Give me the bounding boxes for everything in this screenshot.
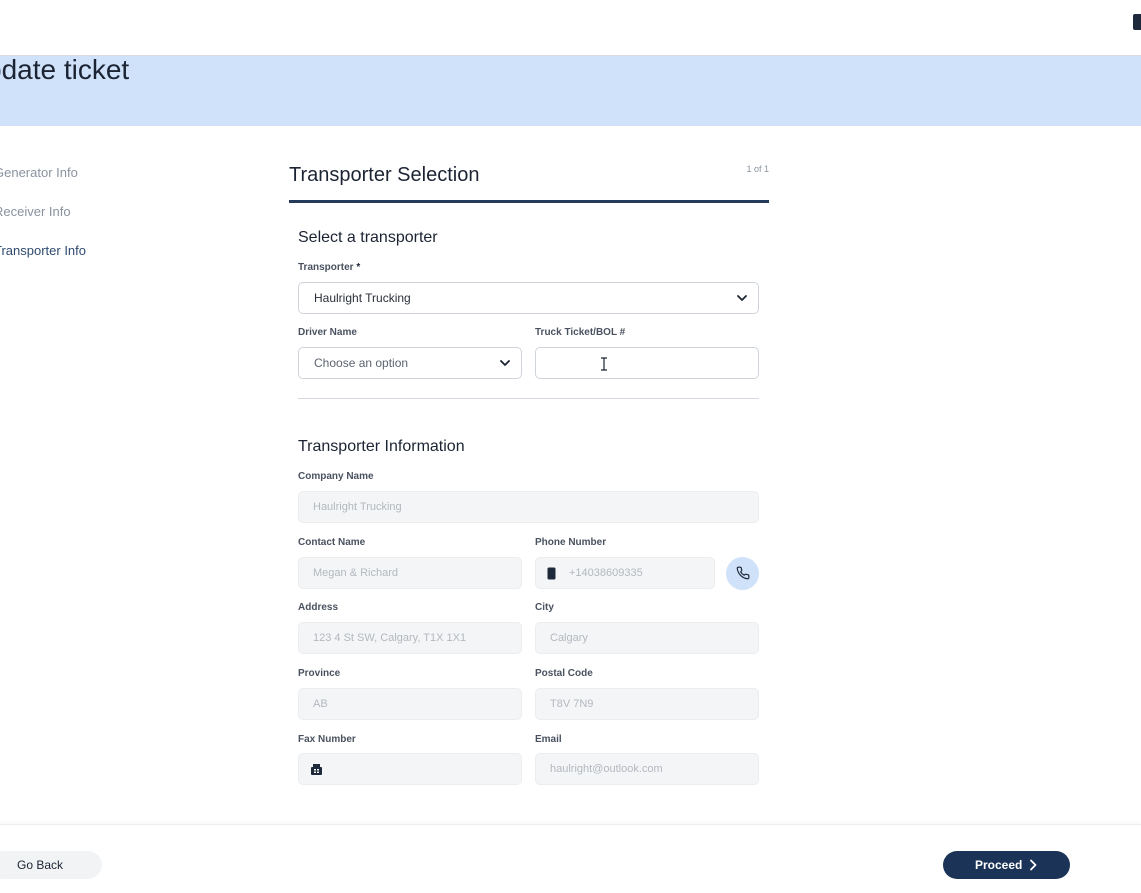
chevron-right-icon bbox=[1030, 859, 1037, 871]
footer-bar: Go Back Proceed bbox=[0, 824, 1141, 893]
company-name-label: Company Name bbox=[298, 471, 374, 482]
page-banner: pdate ticket bbox=[0, 56, 1141, 126]
step-transporter-info[interactable]: Transporter Info bbox=[0, 241, 86, 280]
truck-ticket-input[interactable] bbox=[535, 347, 759, 379]
step-nav: Generator Info Receiver Info Transporter… bbox=[0, 163, 86, 280]
phone-number-value: +14038609335 bbox=[569, 567, 643, 579]
step-generator-info[interactable]: Generator Info bbox=[0, 163, 86, 202]
panel-title: Transporter Selection bbox=[289, 164, 480, 186]
company-name-field: Haulright Trucking bbox=[298, 491, 759, 523]
chevron-down-icon bbox=[737, 295, 747, 301]
postal-code-label: Postal Code bbox=[535, 668, 593, 679]
truck-ticket-label: Truck Ticket/BOL # bbox=[535, 327, 626, 338]
driver-name-placeholder: Choose an option bbox=[314, 356, 409, 370]
proceed-label: Proceed bbox=[975, 858, 1023, 872]
province-label: Province bbox=[298, 668, 341, 679]
top-bar bbox=[0, 0, 1141, 56]
fax-icon bbox=[311, 764, 322, 775]
fax-number-field bbox=[298, 753, 522, 785]
city-field: Calgary bbox=[535, 622, 759, 654]
calendar-icon[interactable] bbox=[1133, 14, 1141, 30]
mobile-phone-icon bbox=[547, 567, 556, 580]
transporter-select-value: Haulright Trucking bbox=[314, 291, 411, 305]
transporter-information-heading: Transporter Information bbox=[298, 438, 465, 455]
address-label: Address bbox=[298, 602, 339, 613]
transporter-panel-header: Transporter Selection 1 of 1 bbox=[289, 160, 769, 203]
contact-name-label: Contact Name bbox=[298, 537, 366, 548]
required-mark: * bbox=[356, 262, 361, 273]
email-label: Email bbox=[535, 734, 562, 745]
postal-code-field: T8V 7N9 bbox=[535, 688, 759, 720]
phone-number-field: +14038609335 bbox=[535, 557, 715, 589]
step-receiver-info[interactable]: Receiver Info bbox=[0, 202, 86, 241]
transporter-select[interactable]: Haulright Trucking bbox=[298, 282, 759, 314]
page-title: pdate ticket bbox=[0, 54, 130, 85]
page-count: 1 of 1 bbox=[746, 164, 769, 174]
chevron-down-icon bbox=[500, 360, 510, 366]
address-field: 123 4 St SW, Calgary, T1X 1X1 bbox=[298, 622, 522, 654]
driver-name-label: Driver Name bbox=[298, 327, 357, 338]
city-label: City bbox=[535, 602, 554, 613]
panel-underline bbox=[289, 200, 769, 203]
driver-name-select[interactable]: Choose an option bbox=[298, 347, 522, 379]
fax-number-label: Fax Number bbox=[298, 734, 356, 745]
transporter-label: Transporter * bbox=[298, 262, 361, 273]
phone-number-label: Phone Number bbox=[535, 537, 607, 548]
section-divider bbox=[298, 398, 759, 399]
province-field: AB bbox=[298, 688, 522, 720]
go-back-button[interactable]: Go Back bbox=[0, 851, 102, 879]
select-transporter-heading: Select a transporter bbox=[298, 229, 438, 246]
email-field: haulright@outlook.com bbox=[535, 753, 759, 785]
proceed-button[interactable]: Proceed bbox=[943, 851, 1070, 879]
phone-icon bbox=[736, 566, 750, 580]
contact-name-field: Megan & Richard bbox=[298, 557, 522, 589]
call-button[interactable] bbox=[726, 557, 759, 590]
text-cursor-icon bbox=[601, 357, 607, 371]
